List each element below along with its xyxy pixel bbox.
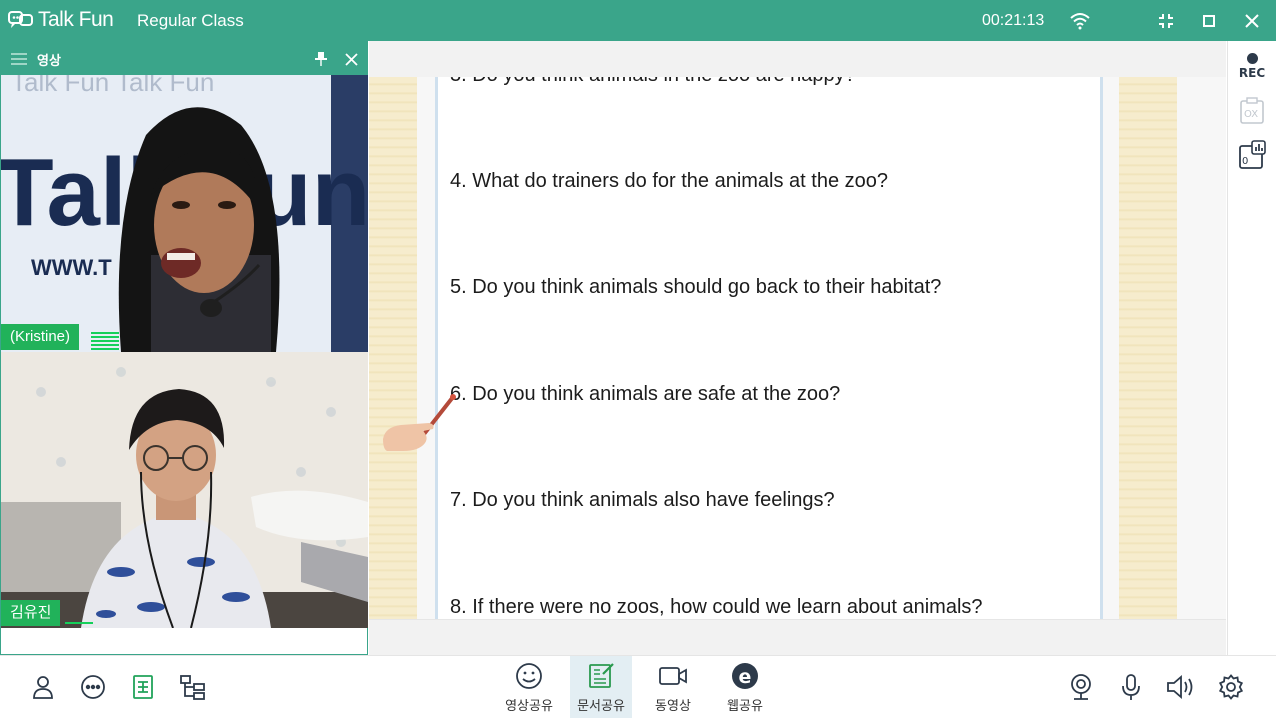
question-6: 6. Do you think animals are safe at the … [450, 383, 841, 405]
student-name-tag: 김유진 [1, 600, 61, 626]
video-camera-icon [659, 667, 687, 685]
svg-text:Talk Fun Talk Fun: Talk Fun Talk Fun [11, 75, 214, 97]
question-5: 5. Do you think animals should go back t… [450, 276, 942, 298]
student-audio-level [65, 622, 93, 624]
title-bar: Talk Fun Regular Class 00:21:13 [0, 0, 1276, 41]
video-file-label: 동영상 [655, 699, 691, 714]
brand-name: Talk Fun [38, 8, 114, 31]
page-border-left [369, 77, 417, 659]
whiteboard-icon[interactable] [128, 672, 158, 702]
teacher-name-tag: (Kristine) [1, 324, 80, 350]
document-bottom-bar [369, 619, 1226, 655]
svg-text:OX: OX [1244, 109, 1258, 120]
poll-icon[interactable]: 0 [1238, 140, 1266, 174]
document-share-icon [589, 663, 614, 688]
chat-icon[interactable] [78, 672, 108, 702]
document-share-button[interactable]: 문서공유 [570, 656, 632, 718]
video-share-label: 영상공유 [505, 699, 553, 714]
web-share-icon: e [732, 663, 758, 689]
maximize-icon[interactable] [1197, 9, 1221, 33]
video-panel: 영상 Talk Fun Talk Fun Talk un WWW.T R [0, 41, 368, 655]
question-8: 8. If there were no zoos, how could we l… [450, 596, 983, 618]
student-video: 김유진 [1, 352, 368, 628]
record-dot-icon [1246, 53, 1258, 64]
video-panel-title: 영상 [37, 54, 61, 69]
svg-text:e: e [739, 666, 752, 688]
teacher-video: Talk Fun Talk Fun Talk un WWW.T R (Krist… [1, 75, 368, 352]
record-button[interactable]: REC [1237, 53, 1267, 80]
web-share-label: 웹공유 [727, 699, 763, 714]
file-tree-icon[interactable] [178, 672, 208, 702]
smile-icon [516, 663, 542, 689]
question-4: 4. What do trainers do for the animals a… [450, 170, 889, 192]
document-page[interactable]: 3. Do you think animals in the zoo are h… [369, 77, 1226, 659]
quiz-ox-icon[interactable]: OX [1239, 97, 1265, 129]
speaker-icon[interactable] [1166, 672, 1196, 702]
bottom-toolbar: 영상공유 문서공유 동영상 e 웹공유 [0, 655, 1276, 718]
question-7: 7. Do you think animals also have feelin… [450, 489, 835, 511]
pointer-hand-icon [383, 393, 459, 459]
video-share-button[interactable]: 영상공유 [498, 656, 560, 718]
document-viewer[interactable]: 3. Do you think animals in the zoo are h… [369, 41, 1226, 659]
pin-icon[interactable] [315, 51, 327, 70]
student-video-frame [1, 352, 368, 628]
teacher-audio-level [91, 332, 119, 350]
microphone-icon[interactable] [1116, 672, 1146, 702]
app-logo: Talk Fun [8, 8, 114, 32]
wifi-icon [1068, 9, 1092, 33]
panel-close-icon[interactable] [345, 51, 358, 70]
participants-icon[interactable] [28, 672, 58, 702]
session-timer: 00:21:13 [982, 12, 1045, 29]
fullscreen-icon[interactable] [1154, 9, 1178, 33]
video-file-button[interactable]: 동영상 [642, 656, 704, 718]
menu-icon[interactable] [11, 51, 27, 70]
talkfun-logo-icon [8, 11, 33, 28]
class-name: Regular Class [137, 11, 244, 30]
svg-text:0: 0 [1242, 156, 1248, 167]
close-icon[interactable] [1240, 9, 1264, 33]
settings-gear-icon[interactable] [1216, 672, 1246, 702]
right-toolbar: REC OX 0 [1227, 41, 1276, 655]
web-share-button[interactable]: e 웹공유 [714, 656, 776, 718]
document-sheet [435, 77, 1103, 659]
page-border-right [1119, 77, 1177, 659]
video-panel-header: 영상 [1, 41, 368, 75]
question-3: 3. Do you think animals in the zoo are h… [450, 77, 856, 87]
svg-text:WWW.T: WWW.T [31, 255, 112, 280]
document-top-bar [369, 41, 1226, 77]
webcam-icon[interactable] [1066, 672, 1096, 702]
rec-label: REC [1238, 66, 1266, 80]
document-share-label: 문서공유 [577, 699, 625, 714]
teacher-video-frame: Talk Fun Talk Fun Talk un WWW.T R [1, 75, 368, 352]
